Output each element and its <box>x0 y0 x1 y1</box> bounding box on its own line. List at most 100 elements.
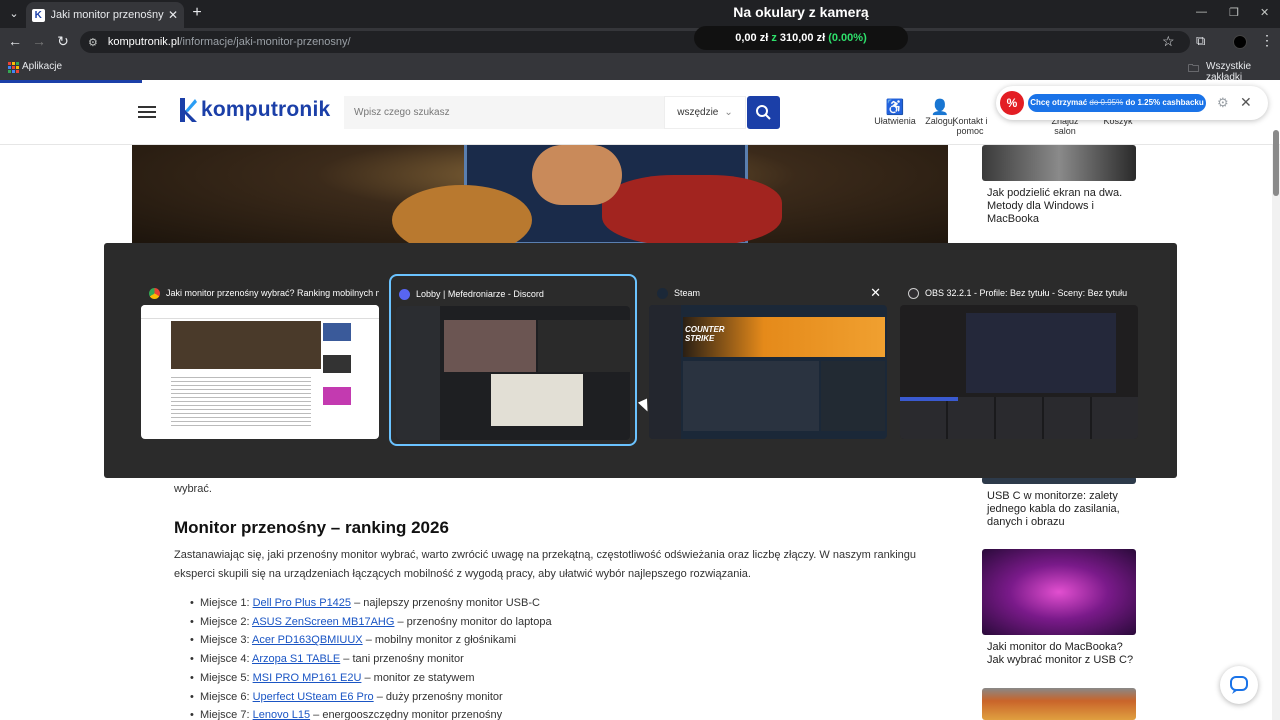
close-icon[interactable]: ✕ <box>1240 94 1252 111</box>
tab-close-icon[interactable]: ✕ <box>168 8 178 22</box>
chevron-down-icon: ⌄ <box>724 107 733 118</box>
ranking-item: Miejsce 5: MSI PRO MP161 E2U – monitor z… <box>190 669 552 688</box>
switcher-window-discord[interactable]: Lobby | Mefedroniarze - Discord <box>389 274 637 446</box>
window-title: Jaki monitor przenośny wybrać? Ranking m… <box>166 288 379 298</box>
hero-electric-guitar-shape <box>602 175 782 245</box>
chat-bubble-icon <box>1230 676 1248 694</box>
ranking-heading: Monitor przenośny – ranking 2026 <box>174 518 449 537</box>
product-link[interactable]: ASUS ZenScreen MB17AHG <box>252 616 394 628</box>
address-bar[interactable]: ⚙ komputronik.pl/informacje/jaki-monitor… <box>80 31 1190 53</box>
donation-overlay: Na okulary z kamerą 0,00 zł z 310,00 zł … <box>694 0 908 52</box>
browser-menu-icon[interactable]: ⋮ <box>1260 32 1274 49</box>
donation-progress: 0,00 zł z 310,00 zł (0.00%) <box>694 26 908 50</box>
ranking-item: Miejsce 1: Dell Pro Plus P1425 – najleps… <box>190 594 552 613</box>
article-text-fragment: wybrać. <box>174 483 212 495</box>
close-icon[interactable]: ✕ <box>870 285 881 301</box>
accessibility-icon: ♿ <box>885 99 905 116</box>
ranking-list: Miejsce 1: Dell Pro Plus P1425 – najleps… <box>190 594 552 720</box>
new-tab-plus-icon[interactable]: + <box>188 4 206 22</box>
product-link[interactable]: Uperfect USteam E6 Pro <box>253 691 374 703</box>
switcher-window-chrome[interactable]: Jaki monitor przenośny wybrać? Ranking m… <box>141 281 379 441</box>
sidebar-article-thumbnail <box>982 145 1136 181</box>
settings-gear-icon[interactable]: ⚙ <box>1217 95 1229 111</box>
window-card-header: Lobby | Mefedroniarze - Discord <box>391 282 635 306</box>
chat-icon <box>940 98 1000 116</box>
product-link[interactable]: Dell Pro Plus P1425 <box>253 597 351 609</box>
window-title: Lobby | Mefedroniarze - Discord <box>416 289 544 299</box>
sidebar-article-thumbnail <box>982 549 1136 635</box>
window-switcher: Jaki monitor przenośny wybrać? Ranking m… <box>104 243 1177 478</box>
window-card-header: OBS 32.2.1 - Profile: Bez tytułu - Sceny… <box>900 281 1138 305</box>
browser-toolbar: ← → ↻ ⚙ komputronik.pl/informacje/jaki-m… <box>0 28 1280 56</box>
product-link[interactable]: Acer PD163QBMIUUX <box>252 634 363 646</box>
cashback-logo-icon: % <box>1000 91 1024 115</box>
bookmarks-bar: Aplikacje 🗀 Wszystkie zakładki <box>0 56 1280 83</box>
product-link[interactable]: MSI PRO MP161 E2U <box>253 672 362 684</box>
ranking-item: Miejsce 4: Arzopa S1 TABLE – tani przeno… <box>190 650 552 669</box>
window-title: OBS 32.2.1 - Profile: Bez tytułu - Sceny… <box>925 288 1128 298</box>
profile-avatar[interactable] <box>1233 35 1247 49</box>
window-title: Steam <box>674 288 701 298</box>
article-intro-line-2: eksperci skupili się na urządzeniach łąc… <box>174 568 751 580</box>
obs-icon <box>908 287 919 299</box>
cashback-activate-button[interactable]: Chcę otrzymać do 0.95% do 1.25% cashback… <box>1028 94 1206 112</box>
extensions-puzzle-icon[interactable]: ⧉ <box>1196 33 1205 49</box>
contact-link[interactable]: Kontakt i pomoc <box>940 98 1000 136</box>
ranking-item: Miejsce 2: ASUS ZenScreen MB17AHG – prze… <box>190 613 552 632</box>
search-icon <box>756 105 771 120</box>
search-button[interactable] <box>747 96 780 129</box>
tab-search-chevron-icon[interactable]: ⌄ <box>4 4 24 24</box>
url-text: komputronik.pl/informacje/jaki-monitor-p… <box>107 36 351 48</box>
chrome-icon <box>149 287 160 299</box>
window-thumbnail: COUNTER STRIKE <box>649 305 887 439</box>
page-scrollbar-thumb[interactable] <box>1273 130 1279 196</box>
chat-widget-button[interactable] <box>1220 666 1258 704</box>
discord-icon <box>399 288 410 300</box>
maximize-icon[interactable]: ❐ <box>1229 6 1239 19</box>
browser-tab[interactable]: K Jaki monitor przenośny wybrać ✕ <box>26 2 184 28</box>
window-card-header: Jaki monitor przenośny wybrać? Ranking m… <box>141 281 379 305</box>
logo-text: komputronik <box>201 98 331 121</box>
sidebar-article-2[interactable]: USB C w monitorze: zalety jednego kabla … <box>982 476 1136 529</box>
switcher-window-steam[interactable]: Steam ✕ COUNTER STRIKE <box>649 281 887 441</box>
ranking-item: Miejsce 6: Uperfect USteam E6 Pro – duży… <box>190 688 552 707</box>
hamburger-menu-icon[interactable] <box>138 106 156 118</box>
search-input[interactable] <box>344 96 664 129</box>
window-thumbnail <box>900 305 1138 439</box>
page-scrollbar[interactable] <box>1272 145 1280 720</box>
product-link[interactable]: Arzopa S1 TABLE <box>252 653 340 665</box>
sidebar-article-4[interactable] <box>982 688 1136 720</box>
minimize-icon[interactable]: — <box>1196 6 1207 18</box>
bookmark-star-icon[interactable]: ☆ <box>1162 33 1175 50</box>
back-arrow-icon[interactable]: ← <box>6 33 24 49</box>
tab-strip: ⌄ K Jaki monitor przenośny wybrać ✕ + — … <box>0 0 1280 28</box>
logo-k-icon <box>180 98 197 122</box>
close-window-icon[interactable]: ✕ <box>1260 6 1269 19</box>
sidebar-article-1[interactable]: Jak podzielić ekran na dwa. Metody dla W… <box>982 145 1136 226</box>
accessibility-link[interactable]: ♿ Ułatwienia <box>874 98 916 126</box>
komputronik-logo[interactable]: komputronik <box>179 98 330 122</box>
forward-arrow-icon[interactable]: → <box>30 33 48 49</box>
sidebar-article-title: USB C w monitorze: zalety jednego kabla … <box>987 490 1120 528</box>
sidebar-article-title: Jaki monitor do MacBooka? Jak wybrać mon… <box>987 641 1134 666</box>
cashback-popup: % Chcę otrzymać do 0.95% do 1.25% cashba… <box>996 86 1268 120</box>
steam-icon <box>657 287 668 299</box>
donation-title: Na okulary z kamerą <box>733 4 869 20</box>
hero-image <box>132 145 948 245</box>
tab-title: Jaki monitor przenośny wybrać <box>50 9 164 21</box>
site-info-icon[interactable]: ⚙ <box>88 36 98 49</box>
search-scope-value: wszędzie <box>677 107 719 118</box>
apps-grid-icon[interactable] <box>8 62 19 73</box>
hero-arm-shape <box>532 145 622 205</box>
apps-bookmark[interactable]: Aplikacje <box>22 61 62 72</box>
sidebar-article-3[interactable]: Jaki monitor do MacBooka? Jak wybrać mon… <box>982 549 1136 667</box>
search-scope-select[interactable]: wszędzie ⌄ <box>664 96 746 129</box>
window-card-header: Steam ✕ <box>649 281 887 305</box>
folder-icon: 🗀 <box>1188 63 1199 75</box>
sidebar-article-title: Jak podzielić ekran na dwa. Metody dla W… <box>987 187 1123 225</box>
page-load-bar <box>0 80 142 83</box>
product-link[interactable]: Lenovo L15 <box>253 709 311 720</box>
reload-icon[interactable]: ↻ <box>54 33 72 50</box>
komputronik-favicon-icon: K <box>32 8 45 22</box>
switcher-window-obs[interactable]: OBS 32.2.1 - Profile: Bez tytułu - Sceny… <box>900 281 1138 441</box>
